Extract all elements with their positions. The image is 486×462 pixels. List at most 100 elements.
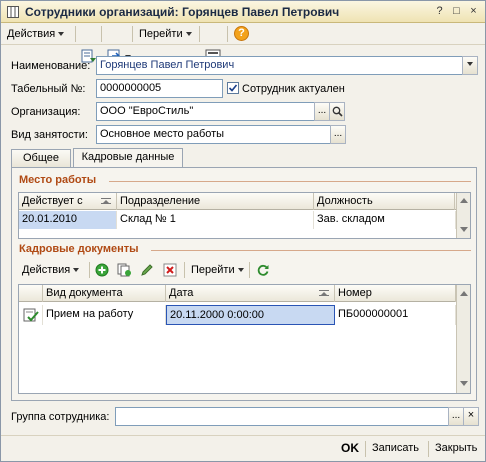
section-divider	[109, 181, 471, 182]
toolbar-divider	[101, 26, 102, 42]
refresh-icon[interactable]	[256, 263, 270, 277]
window-title: Сотрудники организаций: Горянцев Павел П…	[25, 5, 340, 19]
org-label: Организация:	[11, 106, 81, 118]
column-header-date[interactable]: Дата	[166, 285, 335, 302]
add-icon[interactable]	[95, 263, 109, 277]
toolbar-divider	[132, 26, 133, 42]
section-divider	[151, 250, 471, 251]
actions-menu-button[interactable]: Действия	[7, 26, 65, 42]
toolbar-divider	[227, 26, 228, 42]
hr-docs-section-title: Кадровые документы	[19, 243, 139, 255]
column-header-number[interactable]: Номер	[335, 285, 456, 302]
scroll-down-icon[interactable]	[460, 227, 468, 232]
sort-icon	[319, 290, 329, 296]
workplace-scrollbar[interactable]	[456, 193, 470, 238]
employment-select-button[interactable]: ...	[330, 125, 346, 144]
chevron-down-icon	[73, 268, 80, 273]
save-button[interactable]: Записать	[372, 442, 419, 454]
hr-goto-label: Перейти	[191, 264, 235, 276]
table-row[interactable]: 20.01.2010 Склад № 1 Зав. складом	[19, 211, 456, 229]
help-icon[interactable]: ?	[234, 26, 249, 41]
help-window-button[interactable]: ?	[433, 5, 446, 18]
main-toolbar: Действия Перейти ?	[1, 23, 485, 64]
table-header: Вид документа Дата Номер	[19, 285, 470, 302]
tabnum-field[interactable]: 0000000005	[96, 79, 223, 98]
hr-actions-label: Действия	[22, 264, 71, 276]
button-divider	[428, 441, 429, 457]
toolbar-divider	[89, 262, 90, 278]
magnifier-icon	[332, 106, 343, 117]
hr-goto-menu-button[interactable]: Перейти	[191, 262, 244, 278]
cell-position[interactable]: Зав. складом	[314, 211, 456, 229]
close-window-button[interactable]: ×	[467, 5, 480, 18]
cell-date[interactable]: 20.01.2010	[19, 211, 117, 229]
delete-icon[interactable]	[163, 263, 177, 277]
group-field[interactable]	[115, 407, 449, 426]
org-field[interactable]: ООО "ЕвроСтиль"	[96, 102, 315, 121]
table-header: Действует с Подразделение Должность	[19, 193, 470, 210]
name-label: Наименование:	[11, 60, 91, 72]
close-icon: ×	[467, 409, 475, 421]
tabnum-label: Табельный №:	[11, 83, 86, 95]
group-select-button[interactable]: ...	[448, 407, 464, 426]
scroll-up-icon[interactable]	[460, 198, 468, 203]
catalog-icon	[7, 6, 19, 18]
column-header-label: Дата	[169, 287, 194, 299]
cell-doc-number[interactable]: ПБ000000001	[335, 305, 456, 325]
column-header-position[interactable]: Должность	[314, 193, 455, 210]
workplace-table[interactable]: Действует с Подразделение Должность 20.0…	[18, 192, 471, 239]
cell-department[interactable]: Склад № 1	[117, 211, 314, 229]
column-header-icon	[19, 285, 43, 302]
chevron-down-icon	[58, 32, 65, 37]
cell-doc-type[interactable]: Прием на работу	[43, 305, 166, 325]
goto-menu-label: Перейти	[139, 28, 183, 40]
hr-docs-scrollbar[interactable]	[456, 285, 470, 393]
column-header-doc-type[interactable]: Вид документа	[43, 285, 166, 302]
chevron-down-icon	[467, 62, 473, 67]
employment-field[interactable]: Основное место работы	[96, 125, 331, 144]
org-select-button[interactable]: ...	[314, 102, 330, 121]
maximize-button[interactable]: □	[450, 5, 463, 18]
posted-document-icon	[23, 308, 39, 322]
actual-checkbox[interactable]	[227, 82, 239, 94]
employment-label: Вид занятости:	[11, 129, 88, 141]
toolbar-divider	[75, 26, 76, 42]
copy-icon[interactable]	[117, 263, 132, 277]
employee-form-window: Сотрудники организаций: Горянцев Павел П…	[0, 0, 486, 462]
bottom-button-bar: OK Записать Закрыть	[1, 435, 485, 461]
cell-doc-date[interactable]: 20.11.2000 0:00:00	[166, 305, 335, 325]
hr-docs-table[interactable]: Вид документа Дата Номер Прием на работу…	[18, 284, 471, 394]
cell-doc-icon	[19, 305, 43, 325]
chevron-down-icon	[237, 268, 244, 273]
group-label: Группа сотрудника:	[11, 411, 110, 423]
workplace-section-title: Место работы	[19, 174, 97, 186]
toolbar-divider	[184, 262, 185, 278]
column-header-department[interactable]: Подразделение	[117, 193, 314, 210]
name-dropdown-button[interactable]	[462, 56, 478, 75]
actual-label[interactable]: Сотрудник актуален	[242, 83, 345, 95]
org-open-button[interactable]	[329, 102, 345, 121]
toolbar-divider	[249, 262, 250, 278]
goto-menu-button[interactable]: Перейти	[139, 26, 192, 42]
button-divider	[365, 441, 366, 457]
scroll-down-icon[interactable]	[460, 381, 468, 386]
toolbar-divider	[199, 26, 200, 42]
column-header-date[interactable]: Действует с	[19, 193, 117, 210]
checkmark-icon	[228, 84, 238, 92]
column-header-label: Действует с	[22, 195, 83, 207]
hr-docs-toolbar: Действия Перейти	[18, 260, 471, 281]
sort-icon	[101, 198, 111, 204]
ok-button[interactable]: OK	[341, 441, 359, 455]
title-bar: Сотрудники организаций: Горянцев Павел П…	[1, 1, 485, 23]
edit-icon[interactable]	[140, 263, 154, 277]
close-button[interactable]: Закрыть	[435, 442, 477, 454]
tab-general[interactable]: Общее	[11, 149, 71, 168]
scroll-up-icon[interactable]	[460, 291, 468, 296]
chevron-down-icon	[185, 32, 192, 37]
table-row[interactable]: Прием на работу 20.11.2000 0:00:00 ПБ000…	[19, 305, 456, 325]
name-field[interactable]: Горянцев Павел Петрович	[96, 56, 463, 75]
tab-hr-data[interactable]: Кадровые данные	[73, 148, 183, 168]
actions-menu-label: Действия	[7, 28, 56, 40]
hr-actions-menu-button[interactable]: Действия	[22, 262, 80, 278]
group-clear-button[interactable]: ×	[463, 407, 479, 426]
